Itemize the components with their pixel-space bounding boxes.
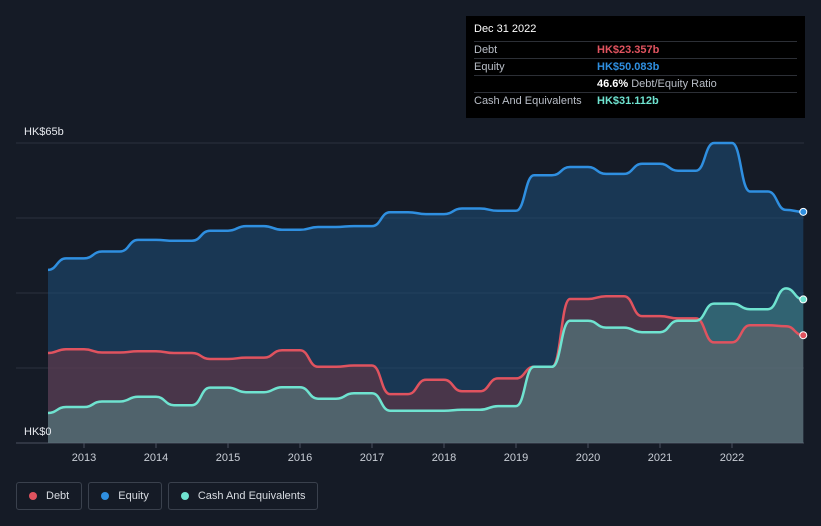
x-tick-label: 2016 (288, 452, 312, 464)
endpoint-cash-and-equivalents (799, 295, 808, 304)
data-tooltip: Dec 31 2022 Debt HK$23.357b Equity HK$50… (466, 16, 805, 118)
tooltip-label: Equity (474, 61, 505, 73)
legend-label-cash: Cash And Equivalents (197, 490, 306, 502)
tooltip-row-equity: Equity HK$50.083b (474, 58, 797, 75)
tooltip-date: Dec 31 2022 (474, 23, 537, 35)
x-axis-labels: 2013 2014 2015 2016 2017 2018 2019 2020 2021 2022 (72, 443, 744, 464)
chart-legend: Debt Equity Cash And Equivalents (16, 482, 319, 510)
y-tick-min: HK$0 (24, 426, 52, 438)
tooltip-row-cash: Cash And Equivalents HK$31.112b (474, 92, 797, 109)
tooltip-row-ratio: 46.6% Debt/Equity Ratio (474, 75, 797, 92)
tooltip-value-equity: HK$50.083b (597, 61, 660, 73)
endpoint-debt (799, 331, 808, 340)
legend-dot-cash (180, 492, 189, 500)
x-tick-label: 2021 (648, 452, 672, 464)
x-tick-label: 2018 (432, 452, 456, 464)
legend-dot-equity (101, 492, 110, 500)
legend-dot-debt (29, 492, 37, 500)
x-tick-label: 2019 (504, 452, 528, 464)
tooltip-value-cash: HK$31.112b (597, 95, 659, 107)
x-tick-label: 2015 (216, 452, 240, 464)
tooltip-ratio-label: Debt/Equity Ratio (631, 78, 717, 90)
tooltip-value-debt: HK$23.357b (597, 44, 660, 56)
tooltip-label: Cash And Equivalents (474, 95, 582, 107)
legend-item-cash[interactable]: Cash And Equivalents (167, 482, 319, 510)
legend-item-debt[interactable]: Debt (16, 482, 83, 510)
tooltip-label: Debt (474, 44, 498, 56)
x-tick-label: 2013 (72, 452, 96, 464)
y-tick-max: HK$65b (24, 126, 64, 138)
endpoint-equity (799, 207, 808, 216)
legend-label-debt: Debt (46, 490, 70, 502)
x-tick-label: 2022 (720, 452, 744, 464)
legend-item-equity[interactable]: Equity (88, 482, 162, 510)
x-tick-label: 2020 (576, 452, 600, 464)
legend-label-equity: Equity (118, 490, 149, 502)
x-tick-label: 2014 (144, 452, 168, 464)
x-tick-label: 2017 (360, 452, 384, 464)
tooltip-value-ratio: 46.6% (597, 78, 629, 90)
tooltip-row-debt: Debt HK$23.357b (474, 41, 797, 58)
